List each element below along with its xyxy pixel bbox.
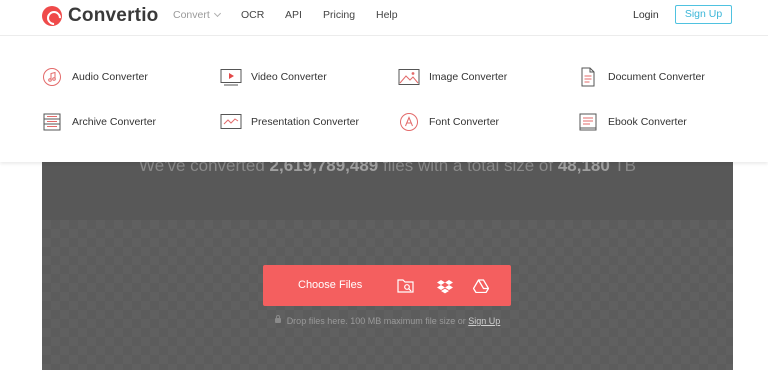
- hero-stats-band: We've converted 2,619,789,489 files with…: [42, 162, 733, 220]
- upload-dropzone[interactable]: Choose Files Drop files here. 100 MB max…: [42, 220, 733, 370]
- menu-item-label: Video Converter: [251, 71, 327, 83]
- font-icon: [398, 113, 420, 131]
- document-icon: [577, 67, 599, 87]
- choose-files-button[interactable]: Choose Files: [298, 265, 362, 306]
- signup-link[interactable]: Sign Up: [468, 316, 500, 326]
- conversion-stats: We've converted 2,619,789,489 files with…: [42, 162, 733, 176]
- stat-prefix: We've converted: [139, 162, 265, 175]
- menu-item-label: Image Converter: [429, 71, 508, 83]
- signup-button[interactable]: Sign Up: [675, 5, 732, 24]
- ebook-icon: [577, 113, 599, 131]
- folder-search-icon[interactable]: [396, 276, 416, 296]
- menu-item-label: Audio Converter: [72, 71, 148, 83]
- menu-item-label: Document Converter: [608, 71, 705, 83]
- chevron-down-icon: [213, 9, 221, 18]
- drop-note-text: Drop files here. 100 MB maximum file siz…: [286, 316, 466, 326]
- nav-convert[interactable]: Convert: [173, 9, 221, 21]
- lock-icon: [274, 315, 281, 323]
- menu-item-archive-converter[interactable]: Archive Converter: [41, 113, 156, 131]
- total-size: 48,180: [557, 162, 610, 175]
- google-drive-icon[interactable]: [471, 276, 491, 296]
- drop-files-note: Drop files here. 100 MB maximum file siz…: [42, 315, 733, 326]
- menu-item-label: Font Converter: [429, 116, 500, 128]
- video-play-icon: [220, 68, 242, 86]
- nav-api[interactable]: API: [285, 9, 302, 21]
- nav-convert-label: Convert: [173, 9, 210, 21]
- top-header: Convertio Convert OCR API Pricing Help L…: [0, 0, 768, 36]
- menu-item-ebook-converter[interactable]: Ebook Converter: [577, 113, 687, 131]
- menu-item-font-converter[interactable]: Font Converter: [398, 113, 499, 131]
- menu-item-label: Ebook Converter: [608, 116, 687, 128]
- menu-item-document-converter[interactable]: Document Converter: [577, 67, 705, 87]
- dropbox-icon[interactable]: [435, 276, 455, 296]
- menu-item-presentation-converter[interactable]: Presentation Converter: [220, 113, 359, 131]
- convertio-logo-icon: [42, 6, 62, 26]
- upload-bar: Choose Files: [263, 265, 511, 306]
- archive-icon: [41, 113, 63, 131]
- menu-item-label: Presentation Converter: [251, 116, 359, 128]
- brand-name: Convertio: [68, 5, 159, 26]
- menu-item-audio-converter[interactable]: Audio Converter: [41, 68, 148, 86]
- stat-unit: TB: [614, 162, 636, 175]
- convert-dropdown-menu: Audio Converter Video Converter Image Co…: [0, 36, 768, 162]
- menu-item-video-converter[interactable]: Video Converter: [220, 68, 327, 86]
- files-count: 2,619,789,489: [269, 162, 379, 175]
- menu-item-label: Archive Converter: [72, 116, 157, 128]
- nav-ocr[interactable]: OCR: [241, 9, 264, 21]
- nav-pricing[interactable]: Pricing: [323, 9, 355, 21]
- login-link[interactable]: Login: [633, 9, 659, 21]
- presentation-icon: [220, 113, 242, 131]
- nav-help[interactable]: Help: [376, 9, 398, 21]
- image-icon: [398, 68, 420, 86]
- hero-section: We've converted 2,619,789,489 files with…: [42, 162, 733, 370]
- brand-logo[interactable]: Convertio: [42, 5, 158, 27]
- music-note-icon: [41, 68, 63, 86]
- menu-item-image-converter[interactable]: Image Converter: [398, 68, 507, 86]
- stat-middle: files with a total size of: [383, 162, 554, 175]
